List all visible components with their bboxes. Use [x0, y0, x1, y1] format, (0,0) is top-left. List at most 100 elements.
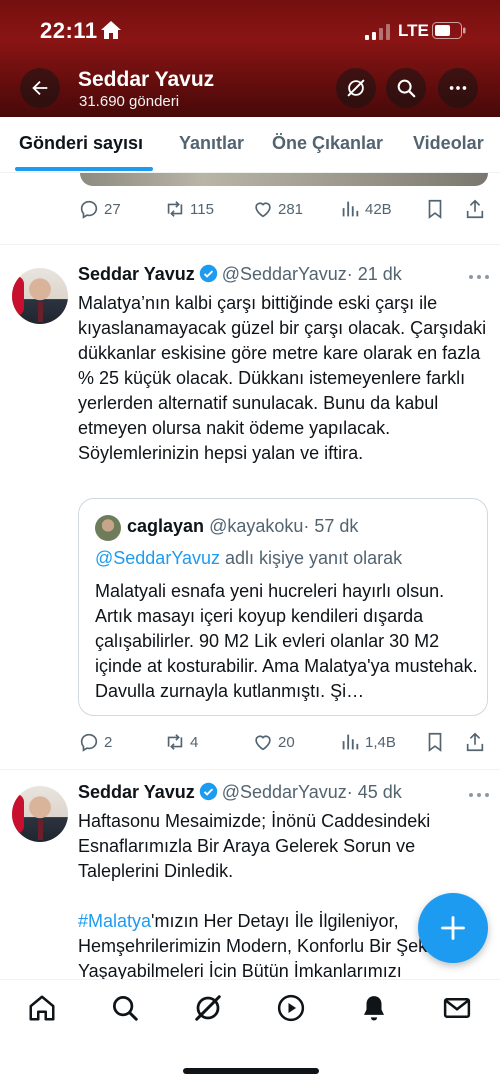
- more-button[interactable]: [438, 68, 478, 108]
- views-count: 1,4B: [365, 733, 396, 751]
- repost-button[interactable]: 4: [164, 731, 198, 753]
- bookmark-button[interactable]: [424, 731, 446, 753]
- tab-posts[interactable]: Gönderi sayısı: [19, 133, 143, 154]
- avatar[interactable]: [12, 268, 68, 324]
- views-count: 42B: [365, 200, 392, 218]
- reply-icon: [80, 733, 98, 752]
- status-bar: 22:11 LTE: [0, 0, 500, 62]
- reply-count: 2: [104, 733, 113, 751]
- grok-icon[interactable]: [193, 993, 223, 1023]
- reply-icon: [80, 200, 98, 219]
- tweet-handle[interactable]: @SeddarYavuz: [222, 264, 347, 284]
- tweet-divider: [0, 244, 500, 245]
- bell-icon[interactable]: [359, 993, 389, 1023]
- bookmark-icon: [428, 732, 442, 752]
- verified-badge-icon: [199, 264, 217, 283]
- post-count: 31.690 gönderi: [79, 93, 180, 110]
- bookmark-icon: [428, 199, 442, 219]
- share-button[interactable]: [464, 731, 486, 753]
- verified-badge-icon: [199, 782, 217, 801]
- hashtag-link[interactable]: #Malatya: [78, 911, 151, 931]
- share-icon: [466, 732, 484, 752]
- avatar-flag: [12, 276, 24, 316]
- like-count: 20: [278, 733, 295, 751]
- search-button[interactable]: [386, 68, 426, 108]
- grok-button[interactable]: [336, 68, 376, 108]
- reply-count: 27: [104, 200, 121, 218]
- tweet-handle[interactable]: @SeddarYavuz: [222, 782, 347, 802]
- home-indicator: [183, 1068, 319, 1074]
- bookmark-button[interactable]: [424, 198, 446, 220]
- like-button[interactable]: 281: [252, 198, 303, 220]
- tab-replies[interactable]: Yanıtlar: [179, 133, 244, 154]
- tweet-header: Seddar Yavuz @SeddarYavuz· 21 dk: [78, 264, 402, 285]
- profile-nav-row: Seddar Yavuz 31.690 gönderi: [0, 62, 500, 117]
- tweet-header: Seddar Yavuz @SeddarYavuz· 45 dk: [78, 782, 402, 803]
- share-button[interactable]: [464, 198, 486, 220]
- share-icon: [466, 199, 484, 219]
- repost-button[interactable]: 115: [164, 198, 214, 220]
- tweet-divider: [0, 769, 500, 770]
- home-status-icon: [101, 21, 121, 39]
- tweet-actions: 2 4 20 1,4B: [0, 731, 484, 755]
- quote-avatar[interactable]: [95, 515, 121, 541]
- profile-tabs: Gönderi sayısı Yanıtlar Öne Çıkanlar Vid…: [0, 117, 500, 173]
- quote-reply-context: @SeddarYavuz adlı kişiye yanıt olarak: [95, 548, 402, 569]
- reply-button[interactable]: 2: [78, 731, 112, 753]
- home-icon[interactable]: [27, 993, 57, 1023]
- signal-icon: [365, 24, 390, 40]
- reply-button[interactable]: 27: [78, 198, 121, 220]
- quote-text: Malatyali esnafa yeni hucreleri hayırlı …: [95, 581, 478, 701]
- views-button[interactable]: 42B: [339, 198, 392, 220]
- tweet-author[interactable]: Seddar Yavuz: [78, 264, 195, 284]
- mail-icon[interactable]: [442, 993, 472, 1023]
- back-button[interactable]: [20, 68, 60, 108]
- tweet-more-icon[interactable]: [466, 786, 492, 804]
- quote-header: caglayan @kayakoku· 57 dk: [127, 516, 358, 537]
- tweet-media[interactable]: [80, 173, 488, 186]
- repost-icon: [167, 201, 183, 217]
- tweet-text: Haftasonu Mesaimizde; İnönü Caddesindeki…: [78, 811, 431, 881]
- avatar-tie: [38, 302, 43, 322]
- tweet[interactable]: Seddar Yavuz @SeddarYavuz· 21 dk Malatya’…: [0, 264, 500, 774]
- more-icon: [449, 86, 467, 90]
- views-icon: [342, 201, 359, 217]
- tab-videos[interactable]: Videolar: [413, 133, 484, 154]
- compose-button[interactable]: [418, 893, 488, 963]
- repost-count: 115: [190, 200, 214, 218]
- avatar[interactable]: [12, 786, 68, 842]
- like-count: 281: [278, 200, 304, 218]
- tweet-text: Malatya’nın kalbi çarşı bittiğinde eski …: [78, 293, 487, 463]
- avatar-tie: [38, 820, 43, 840]
- search-icon[interactable]: [110, 993, 140, 1023]
- repost-count: 4: [190, 733, 199, 751]
- profile-header: 22:11 LTE Seddar Yavuz 31.690 gönderi: [0, 0, 500, 117]
- play-icon[interactable]: [276, 993, 306, 1023]
- tweet-actions: 27 115 281 42B: [78, 198, 490, 222]
- tweet-author[interactable]: Seddar Yavuz: [78, 782, 195, 802]
- tweet-time: · 45 dk: [346, 782, 402, 802]
- battery-icon: [432, 22, 466, 39]
- quote-reply-suffix: adlı kişiye yanıt olarak: [220, 548, 403, 568]
- bottom-nav: [0, 979, 500, 1082]
- tab-indicator: [15, 167, 153, 171]
- like-button[interactable]: 20: [252, 731, 295, 753]
- quoted-tweet[interactable]: caglayan @kayakoku· 57 dk @SeddarYavuz a…: [78, 498, 488, 716]
- plus-icon: [441, 916, 465, 940]
- tweet-more-icon[interactable]: [466, 268, 492, 286]
- search-icon: [397, 79, 416, 98]
- heart-icon: [255, 202, 271, 218]
- quote-author: caglayan: [127, 516, 205, 536]
- profile-name: Seddar Yavuz: [78, 68, 215, 91]
- quote-reply-mention[interactable]: @SeddarYavuz: [95, 548, 220, 568]
- tweet-time: · 21 dk: [346, 264, 402, 284]
- tab-highlights[interactable]: Öne Çıkanlar: [272, 133, 383, 154]
- heart-icon: [255, 735, 271, 751]
- tweet-feed[interactable]: 27 115 281 42B Seddar Yavuz @SeddarYavuz·…: [0, 173, 500, 979]
- quote-time: · 57 dk: [303, 516, 359, 536]
- views-button[interactable]: 1,4B: [339, 731, 396, 753]
- quote-handle: @kayakoku: [209, 516, 304, 536]
- repost-icon: [167, 734, 183, 750]
- status-time: 22:11: [40, 18, 98, 43]
- network-label: LTE: [398, 21, 429, 40]
